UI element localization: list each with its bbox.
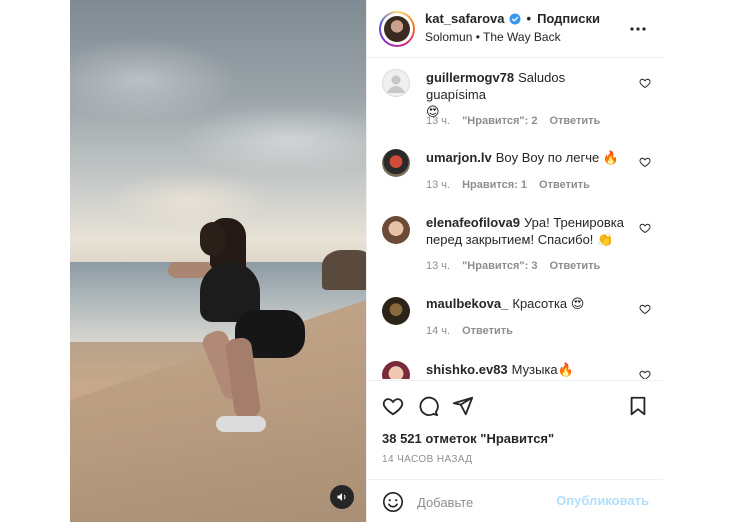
more-options-button[interactable] [629,20,647,38]
post-header: kat_safarova • Подписки Solomun • The Wa… [367,0,663,58]
comment-meta: 13 ч. Нравится: 1 Ответить [426,179,590,191]
comment-username[interactable]: guillermogv78 [426,70,514,85]
comment-meta: 13 ч. "Нравится": 2 Ответить [426,115,600,127]
page-backdrop-left [0,0,70,522]
comment-time[interactable]: 13 ч. [426,115,450,127]
commenter-avatar[interactable] [382,69,410,97]
like-comment-heart-icon[interactable] [639,303,651,315]
comment-text: elenafeofilova9 Ура! Тренировка перед зак… [426,214,636,248]
comment-text: guillermogv78 Saludos guapísima 😍 [426,69,626,120]
speaker-icon [337,493,346,501]
commenter-avatar[interactable] [382,216,410,244]
comment-likes[interactable]: Нравится: 1 [462,179,527,191]
comment-body: Музыка [511,362,558,377]
author-line: kat_safarova • Подписки [425,11,600,26]
comment-emoji: 👏 [597,232,614,247]
comment-meta: 13 ч. "Нравится": 3 Ответить [426,260,600,272]
comment-time[interactable]: 14 ч. [426,325,450,337]
post-time[interactable]: 14 ЧАСОВ НАЗАД [382,454,472,465]
share-send-icon[interactable] [452,395,474,417]
comment-bubble-icon[interactable] [417,395,439,417]
comment-likes[interactable]: "Нравится": 2 [462,115,537,127]
comment-time[interactable]: 13 ч. [426,260,450,272]
video-person-shoe [216,416,266,432]
commenter-avatar[interactable] [382,361,410,379]
video-sky [70,0,366,240]
separator-dot: • [526,11,532,26]
comment-username[interactable]: maulbekova_ [426,296,508,311]
sound-toggle-button[interactable] [330,485,354,509]
post-panel: kat_safarova • Подписки Solomun • The Wa… [366,0,663,522]
following-button[interactable]: Подписки [537,11,600,26]
bookmark-icon[interactable] [627,395,649,417]
comment-text: umarjon.lv Boy Boy по легче 🔥 [426,149,626,166]
video-rock [322,250,366,290]
like-comment-heart-icon[interactable] [639,222,651,234]
comments-list[interactable]: guillermogv78 Saludos guapísima 😍 13 ч. "Н… [367,59,663,379]
audio-track-link[interactable]: Solomun • The Way Back [425,30,561,44]
like-heart-icon[interactable] [382,395,404,417]
reply-button[interactable]: Ответить [549,260,600,272]
likes-count[interactable]: 38 521 отметок "Нравится" [382,431,554,446]
more-dots-icon [630,27,646,31]
comment-text: shishko.ev83 Музыка🔥 [426,361,626,378]
comment-emoji: 😍 [570,296,585,311]
author-username[interactable]: kat_safarova [425,11,505,26]
comment-likes[interactable]: "Нравится": 3 [462,260,537,272]
publish-button[interactable]: Опубликовать [556,493,649,508]
default-avatar-icon [387,75,405,93]
add-comment-row: Опубликовать [367,479,663,522]
author-avatar[interactable] [379,11,415,47]
like-comment-heart-icon[interactable] [639,77,651,89]
comment-username[interactable]: shishko.ev83 [426,362,508,377]
reply-button[interactable]: Ответить [462,325,513,337]
like-comment-heart-icon[interactable] [639,369,651,379]
comment-body: Красотка [512,296,568,311]
video-person-head [200,222,226,256]
page-backdrop-right [662,0,730,522]
commenter-avatar[interactable] [382,297,410,325]
commenter-avatar[interactable] [382,149,410,177]
comment-emoji: 🔥 [557,362,574,377]
comment-username[interactable]: elenafeofilova9 [426,215,520,230]
post-video[interactable] [70,0,366,522]
comment-text: maulbekova_ Красотка 😍 [426,295,626,312]
reply-button[interactable]: Ответить [539,179,590,191]
comment-username[interactable]: umarjon.lv [426,150,492,165]
comment-emoji: 🔥 [602,150,620,165]
emoji-smiley-icon[interactable] [382,491,404,513]
reply-button[interactable]: Ответить [549,115,600,127]
like-comment-heart-icon[interactable] [639,156,651,168]
comment-meta: 14 ч. Ответить [426,325,513,337]
verified-badge-icon [509,13,520,24]
comment-body: Boy Boy по легче [495,150,600,165]
comment-time[interactable]: 13 ч. [426,179,450,191]
post-actions: 38 521 отметок "Нравится" 14 ЧАСОВ НАЗАД… [367,380,663,522]
